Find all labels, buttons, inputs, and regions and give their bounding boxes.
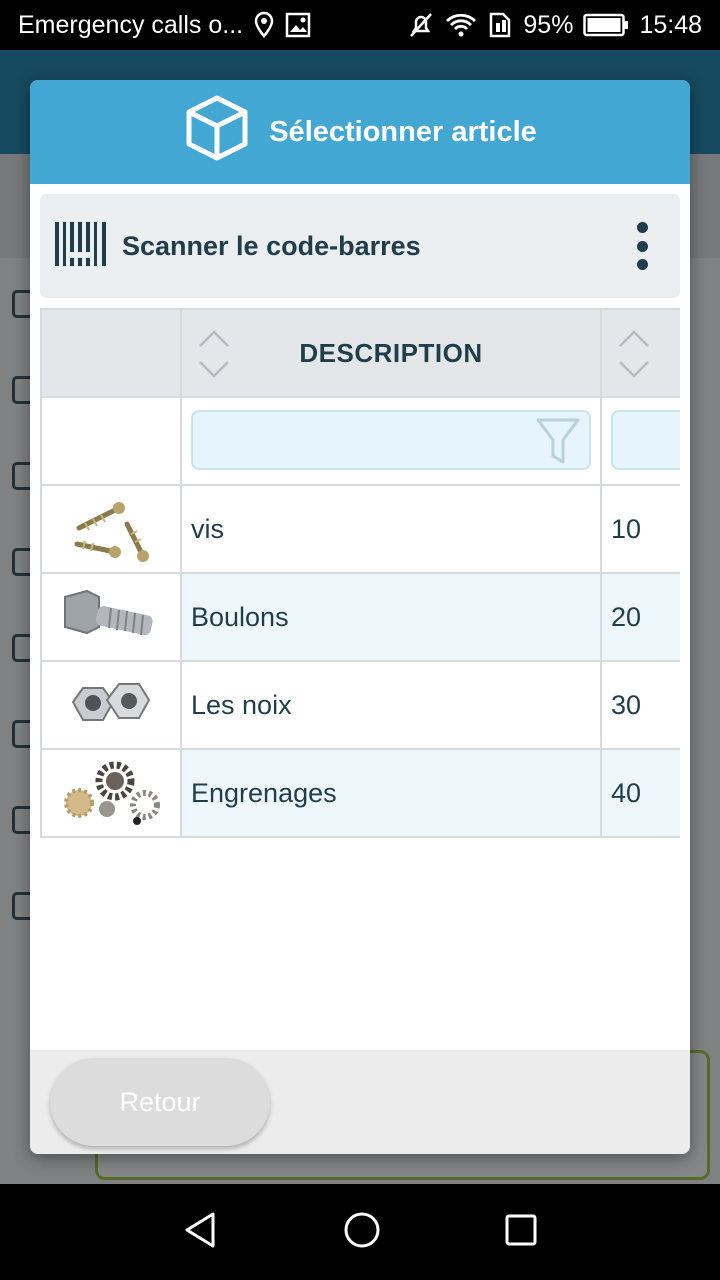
- row-image-cell: [40, 748, 182, 838]
- back-button[interactable]: Retour: [50, 1058, 270, 1146]
- battery-icon: [583, 13, 629, 37]
- box-icon: [183, 94, 251, 170]
- bolt-image: [57, 583, 165, 651]
- column-header-code[interactable]: [600, 308, 680, 398]
- nuts-image: [71, 683, 151, 721]
- navigation-bar: [0, 1184, 720, 1280]
- column-title-description: DESCRIPTION: [299, 337, 483, 368]
- grid-header-row: DESCRIPTION: [40, 308, 680, 398]
- row-image-cell: [40, 660, 182, 750]
- table-row[interactable]: vis 10: [40, 484, 680, 574]
- row-description: vis: [180, 484, 602, 574]
- description-filter-input[interactable]: [191, 410, 591, 470]
- dialog-title: Sélectionner article: [269, 115, 537, 148]
- row-image-cell: [40, 572, 182, 662]
- row-description: Les noix: [180, 660, 602, 750]
- table-row[interactable]: Engrenages 40: [40, 748, 680, 838]
- home-icon[interactable]: [342, 1210, 382, 1255]
- recents-icon[interactable]: [503, 1212, 539, 1253]
- sim-icon: [487, 11, 513, 39]
- article-grid: DESCRIPTION vis 10 Boulons 20 Les noix 3…: [40, 308, 680, 838]
- scan-barcode-bar[interactable]: Scanner le code-barres: [40, 194, 680, 298]
- row-code: 40: [600, 748, 680, 838]
- table-row[interactable]: Boulons 20: [40, 572, 680, 662]
- row-code: 10: [600, 484, 680, 574]
- barcode-icon: [54, 221, 108, 271]
- dialog-body: Scanner le code-barres DESCRIPTION vis 1…: [30, 184, 690, 1050]
- grid-filter-row: [40, 396, 680, 486]
- filter-cell-image: [40, 396, 182, 486]
- image-icon: [285, 12, 311, 38]
- location-icon: [253, 11, 275, 39]
- screws-image: [74, 502, 149, 562]
- filter-cell-code: [600, 396, 680, 486]
- table-row[interactable]: Les noix 30: [40, 660, 680, 750]
- sort-icon[interactable]: [196, 324, 232, 384]
- row-description: Boulons: [180, 572, 602, 662]
- scan-barcode-label[interactable]: Scanner le code-barres: [122, 231, 622, 262]
- sort-icon[interactable]: [616, 324, 652, 384]
- row-description: Engrenages: [180, 748, 602, 838]
- filter-icon[interactable]: [535, 416, 581, 468]
- dialog-header: Sélectionner article: [30, 80, 690, 184]
- column-header-description[interactable]: DESCRIPTION: [180, 308, 602, 398]
- column-header-image: [40, 308, 182, 398]
- select-article-dialog: Sélectionner article Scanner le code-bar…: [30, 80, 690, 1154]
- dialog-footer: Retour: [30, 1050, 690, 1154]
- battery-percent: 95%: [523, 10, 574, 39]
- row-code: 30: [600, 660, 680, 750]
- wifi-icon: [445, 12, 477, 38]
- status-carrier-text: Emergency calls o...: [18, 10, 244, 39]
- gears-image: [59, 759, 163, 827]
- code-filter-input[interactable]: [611, 410, 680, 470]
- row-code: 20: [600, 572, 680, 662]
- row-image-cell: [40, 484, 182, 574]
- back-icon[interactable]: [181, 1210, 221, 1255]
- status-time: 15:48: [639, 10, 702, 39]
- filter-cell-description: [180, 396, 602, 486]
- kebab-menu-icon[interactable]: [622, 216, 662, 276]
- status-bar: Emergency calls o... 95% 15:48: [0, 0, 720, 50]
- mute-icon: [407, 11, 435, 39]
